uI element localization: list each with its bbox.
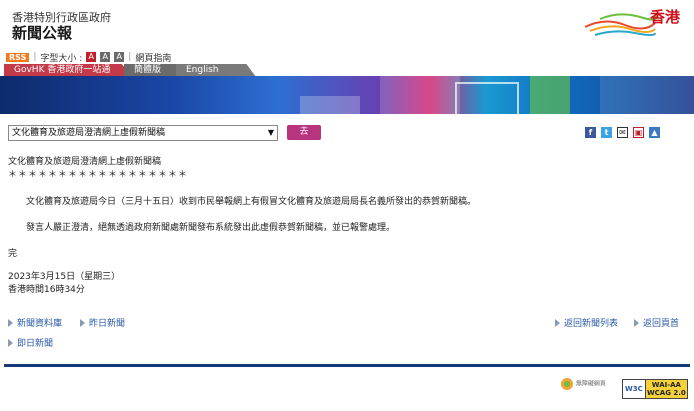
article-paragraph-2: 發言人嚴正澄清，絕無透過政府新聞處新聞發布系統發出此虛假恭賀新聞稿，並已報警處理…: [26, 223, 396, 233]
accessibility-award-badge[interactable]: 無障礙網頁: [560, 377, 610, 397]
award-label: 無障礙網頁: [575, 380, 606, 388]
award-icon: [561, 378, 573, 390]
wcag-level: WAI-AA WCAG 2.0: [645, 380, 687, 398]
dropdown-selected-value: 文化體育及旅遊局澄清網上虛假新聞稿: [12, 128, 166, 138]
press-release-dropdown[interactable]: 文化體育及旅遊局澄清網上虛假新聞稿 ▼: [8, 125, 278, 141]
site-guide-link[interactable]: 網頁指南: [135, 51, 171, 64]
arrow-right-icon: [80, 318, 85, 327]
news-archive-label: 新聞資料庫: [17, 319, 63, 329]
article-title: 文化體育及旅遊局澄清網上虛假新聞稿: [8, 157, 162, 167]
page-header: 香港特別行政區政府 新聞公報 香港: [0, 0, 694, 48]
divider: |: [33, 52, 37, 62]
toolbar: RSS | 字型大小 : A A A | 網頁指南: [6, 50, 171, 64]
font-size-small-button[interactable]: A: [86, 52, 97, 62]
article-paragraph-1: 文化體育及旅遊局今日（三月十五日）收到市民舉報網上有假冒文化體育及旅遊局局長名義…: [26, 197, 477, 207]
article-time: 香港時間16時34分: [8, 285, 85, 295]
arrow-right-icon: [555, 318, 560, 327]
arrow-right-icon: [8, 338, 13, 347]
header-banner: [0, 76, 694, 114]
back-to-list-link[interactable]: 返回新聞列表: [555, 316, 618, 329]
arrow-right-icon: [8, 318, 13, 327]
press-release-selector: 文化體育及旅遊局澄清網上虛假新聞稿 ▼ 去 f t ✉ ▣ ▲: [8, 125, 688, 141]
yesterday-news-label: 昨日新聞: [89, 319, 126, 329]
wcag-level-line2: WCAG 2.0: [646, 389, 686, 397]
rss-button[interactable]: RSS: [6, 52, 30, 62]
wcag-level-line1: WAI-AA: [651, 381, 681, 389]
back-to-top-label: 返回頁首: [643, 319, 680, 329]
arrow-right-icon: [634, 318, 639, 327]
yesterday-news-link[interactable]: 昨日新聞: [80, 316, 125, 329]
back-to-top-link[interactable]: 返回頁首: [634, 316, 679, 329]
press-release-body: 文化體育及旅遊局澄清網上虛假新聞稿 ＊＊＊＊＊＊＊＊＊＊＊＊＊＊＊＊＊＊ 文化體…: [8, 156, 688, 297]
font-size-large-button[interactable]: A: [114, 52, 125, 62]
font-size-label: 字型大小 :: [40, 53, 83, 64]
print-icon[interactable]: ▣: [633, 127, 644, 138]
article-separator: ＊＊＊＊＊＊＊＊＊＊＊＊＊＊＊＊＊＊: [8, 170, 189, 180]
footer-divider: [4, 364, 690, 367]
email-icon[interactable]: ✉: [617, 127, 628, 138]
today-news-link[interactable]: 即日新聞: [8, 336, 53, 349]
chevron-down-icon: ▼: [267, 128, 274, 137]
w3c-logo: W3C: [623, 380, 646, 398]
share-toolbar: f t ✉ ▣ ▲: [585, 127, 660, 138]
divider: |: [128, 52, 132, 62]
font-size-medium-button[interactable]: A: [100, 52, 111, 62]
site-title[interactable]: 新聞公報: [12, 22, 72, 43]
brand-logo-text: 香港: [650, 8, 681, 26]
news-archive-link[interactable]: 新聞資料庫: [8, 316, 62, 329]
today-news-label: 即日新聞: [17, 339, 54, 349]
facebook-icon[interactable]: f: [585, 127, 596, 138]
share-icon[interactable]: ▲: [649, 127, 660, 138]
go-button[interactable]: 去: [287, 125, 321, 140]
wcag-badge[interactable]: W3C WAI-AA WCAG 2.0: [622, 379, 688, 399]
twitter-icon[interactable]: t: [601, 127, 612, 138]
article-date: 2023年3月15日（星期三）: [8, 272, 121, 282]
back-to-list-label: 返回新聞列表: [564, 319, 619, 329]
article-end-mark: 完: [8, 249, 18, 259]
